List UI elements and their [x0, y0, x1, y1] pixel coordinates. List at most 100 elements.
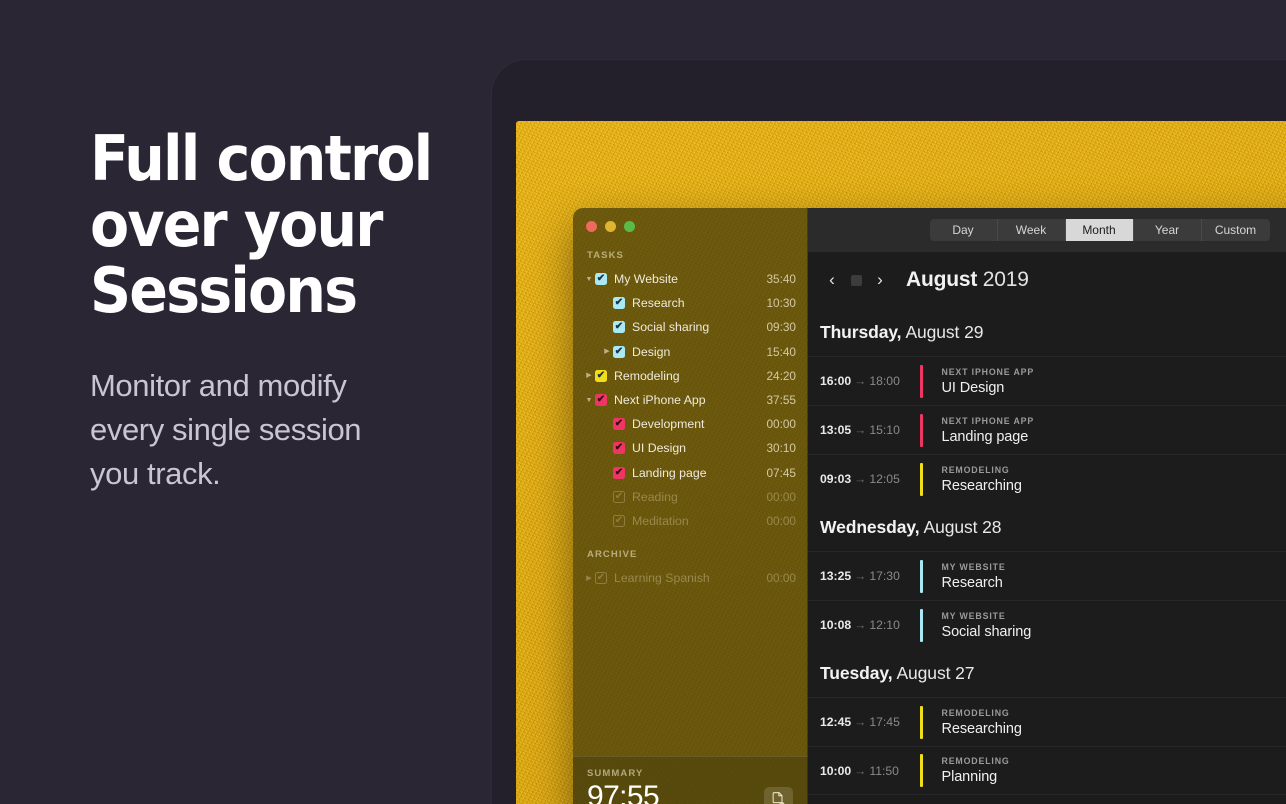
device-frame: TASKS ▼✔My Website35:40▶✔Research10:30▶✔… [491, 59, 1286, 804]
archive-item[interactable]: ▶ ✔ Learning Spanish 00:00 [573, 566, 808, 590]
session-start-time: 16:00 [820, 374, 852, 388]
session-task-name: Landing page [941, 428, 1029, 445]
disclosure-triangle-icon: ▶ [601, 469, 613, 476]
session-details: MY WEBSITE Research [923, 562, 1286, 591]
session-time-range: 16:00 → 18:00 [808, 374, 920, 388]
session-row[interactable]: 13:25 → 17:30 MY WEBSITE Research [808, 551, 1286, 600]
task-item[interactable]: ▼ ✔ Next iPhone App 37:55 [573, 388, 808, 412]
tab-year[interactable]: Year [1134, 219, 1202, 241]
sessions-list[interactable]: Thursday, August 29 16:00 → 18:00 NEXT IPHONE… [808, 308, 1286, 804]
tab-day[interactable]: Day [930, 219, 998, 241]
session-start-time: 10:00 [820, 763, 852, 778]
session-task-name: Researching [941, 477, 1022, 494]
task-checkbox[interactable]: ✔ [613, 466, 625, 479]
task-item[interactable]: ▶✔ Development 00:00 [573, 412, 808, 436]
task-checkbox[interactable]: ✔ [613, 345, 625, 358]
session-end-time: 17:30 [869, 569, 900, 583]
archive-list: ▶ ✔ Learning Spanish 00:00 [573, 566, 808, 590]
range-segmented-control[interactable]: Day Week Month Year Custom [929, 219, 1270, 241]
session-row[interactable]: 16:00 → 18:00 NEXT IPHONE APP UI Design [808, 356, 1286, 405]
tab-month[interactable]: Month [1065, 219, 1134, 241]
close-button[interactable] [586, 221, 597, 232]
archive-item-label: Learning Spanish [614, 571, 710, 586]
task-item-label: Reading [632, 489, 678, 504]
day-header: Tuesday, August 27 [808, 649, 1286, 697]
arrow-right-icon: → [854, 423, 867, 437]
tasks-section-label: TASKS [587, 250, 624, 261]
session-row[interactable]: 10:00 → 11:50 REMODELING Planning [808, 746, 1286, 795]
archive-item-duration: 00:00 [766, 571, 796, 586]
session-details: REMODELING Researching [923, 465, 1286, 494]
task-item-duration: 30:10 [766, 441, 796, 456]
zoom-button[interactable] [624, 221, 635, 232]
task-item-label: Next iPhone App [614, 393, 706, 408]
session-row[interactable]: 09:03 → 12:05 REMODELING Researching [808, 454, 1286, 503]
task-item-duration: 24:20 [766, 368, 796, 383]
session-row[interactable]: 10:08 → 12:10 MY WEBSITE Social sharing [808, 600, 1286, 649]
task-checkbox[interactable]: ✔ [595, 394, 607, 407]
task-item[interactable]: ▶✔ Social sharing 09:30 [573, 315, 808, 339]
task-checkbox[interactable]: ✔ [595, 572, 607, 585]
window-traffic-lights [573, 208, 808, 232]
task-item[interactable]: ▼ ✔ My Website 35:40 [573, 267, 808, 291]
day-date: August 27 [896, 662, 975, 683]
summary-panel: SUMMARY 97:55 [573, 756, 808, 804]
session-row[interactable]: 13:05 → 15:10 NEXT IPHONE APP Landing page [808, 405, 1286, 454]
task-item-label: Research [632, 296, 685, 311]
day-weekday: Wednesday, [820, 516, 920, 537]
task-item-duration: 00:00 [766, 417, 796, 432]
archive-section-label: ARCHIVE [587, 549, 638, 561]
task-item[interactable]: ▶✔ Reading 00:00 [573, 485, 808, 509]
session-task-name: Social sharing [941, 623, 1032, 640]
session-end-time: 15:10 [869, 423, 900, 437]
chevron-left-icon[interactable]: ‹ [820, 268, 844, 292]
tab-week[interactable]: Week [998, 219, 1066, 241]
task-checkbox[interactable]: ✔ [613, 442, 625, 455]
task-item[interactable]: ▶✔ UI Design 30:10 [573, 436, 808, 460]
task-checkbox[interactable]: ✔ [613, 321, 625, 334]
task-checkbox[interactable]: ✔ [613, 418, 625, 431]
task-item-label: Design [632, 344, 671, 359]
task-item-label: Social sharing [632, 320, 710, 335]
page-title: Full control over your Sessions [90, 122, 433, 327]
page-subtitle: Monitor and modify every single session … [90, 368, 362, 491]
session-start-time: 10:08 [820, 618, 852, 632]
session-row[interactable]: 12:45 → 17:45 REMODELING Researching [808, 697, 1286, 746]
chevron-right-icon[interactable]: › [868, 268, 892, 292]
stop-square-icon[interactable] [844, 268, 868, 292]
minimize-button[interactable] [605, 221, 616, 232]
session-task-name: Planning [941, 769, 998, 785]
task-checkbox[interactable]: ✔ [595, 273, 607, 286]
session-start-time: 13:25 [820, 569, 852, 583]
tab-custom[interactable]: Custom [1202, 219, 1270, 241]
task-item-duration: 15:40 [766, 344, 796, 359]
task-checkbox[interactable]: ✔ [595, 369, 607, 382]
session-details: REMODELING Researching [923, 708, 1286, 737]
task-list-scroll[interactable]: TASKS ▼✔My Website35:40▶✔Research10:30▶✔… [573, 232, 808, 756]
marketing-copy: Full control over your Sessions Monitor … [90, 126, 490, 496]
content-panel: Day Week Month Year Custom ‹ › August 2019 T… [808, 208, 1286, 804]
task-item-duration: 00:00 [766, 489, 796, 504]
task-item[interactable]: ▶✔ Landing page 07:45 [573, 461, 808, 485]
session-time-range: 13:05 → 15:10 [808, 423, 920, 437]
disclosure-triangle-icon[interactable]: ▶ [583, 575, 595, 582]
disclosure-triangle-icon: ▶ [601, 300, 613, 307]
task-checkbox[interactable]: ✔ [613, 297, 625, 310]
task-item[interactable]: ▶ ✔ Remodeling 24:20 [573, 364, 808, 388]
task-item[interactable]: ▶ ✔ Design 15:40 [573, 340, 808, 364]
session-task-name: Researching [941, 720, 1022, 737]
task-checkbox[interactable]: ✔ [613, 490, 625, 503]
task-item[interactable]: ▶✔ Meditation 00:00 [573, 509, 808, 533]
disclosure-triangle-icon[interactable]: ▶ [583, 372, 595, 379]
session-start-time: 13:05 [820, 423, 852, 437]
disclosure-triangle-icon[interactable]: ▶ [601, 348, 613, 355]
document-export-icon[interactable] [764, 787, 793, 804]
disclosure-triangle-icon[interactable]: ▼ [583, 397, 595, 404]
day-date: August 28 [923, 516, 1002, 537]
disclosure-triangle-icon[interactable]: ▼ [583, 276, 595, 283]
task-checkbox[interactable]: ✔ [613, 514, 625, 527]
task-item[interactable]: ▶✔ Research 10:30 [573, 291, 808, 315]
device-screen: TASKS ▼✔My Website35:40▶✔Research10:30▶✔… [516, 121, 1286, 804]
session-time-range: 09:03 → 12:05 [808, 472, 920, 486]
summary-label: SUMMARY [587, 768, 644, 779]
